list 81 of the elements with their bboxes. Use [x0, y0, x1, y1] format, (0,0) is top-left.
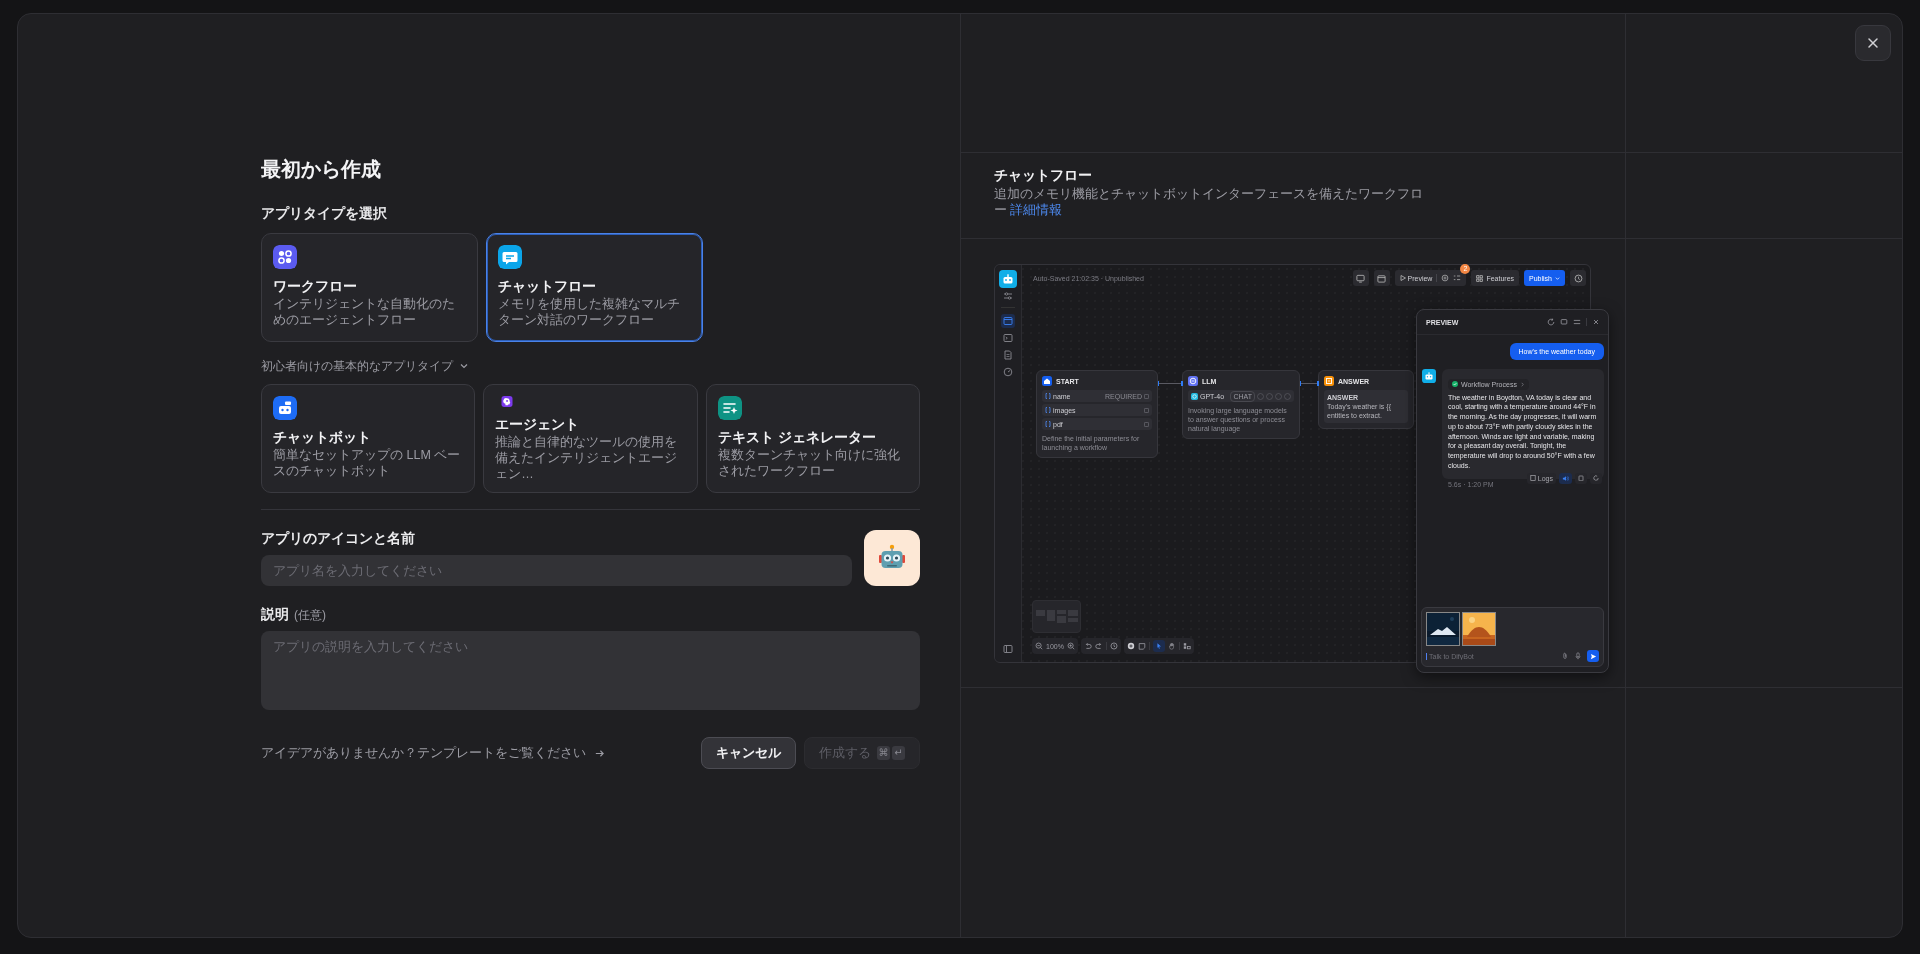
history-button[interactable] [1570, 270, 1586, 286]
variable-icon [1045, 393, 1051, 399]
window-icon[interactable] [1003, 316, 1013, 326]
card-description: 簡単なセットアップの LLM ベースのチャットボット [273, 447, 462, 479]
card-title: チャットボット [273, 428, 372, 446]
app-type-card[interactable]: チャットフロー メモリを使用した複雑なマルチターン対話のワークフロー [486, 233, 703, 342]
text-sparkle-icon [717, 396, 742, 420]
redo-icon[interactable] [1094, 642, 1103, 650]
terminal-icon[interactable] [1003, 333, 1013, 343]
send-icon [1589, 652, 1597, 660]
layout-icon[interactable] [1182, 642, 1191, 650]
note-icon[interactable] [1137, 642, 1146, 650]
card-title: エージェント [495, 415, 581, 433]
chevron-icon [459, 361, 469, 371]
type-icon [1144, 421, 1149, 427]
type-description: 追加のメモリ機能とチャットボットインターフェースを備えたワークフロー 詳細情報 [994, 186, 1424, 218]
monitor-button[interactable] [1352, 270, 1369, 286]
app-type-card[interactable]: ワークフロー インテリジェントな自動化のためのエージェントフロー [261, 233, 478, 342]
checklist-icon[interactable] [1453, 274, 1462, 282]
zoom-in-icon[interactable] [1066, 642, 1075, 650]
type-icon [1144, 393, 1149, 399]
paperclip-icon[interactable] [1561, 652, 1569, 660]
shortcut-key: ⌘ [877, 746, 890, 760]
card-title: テキスト ジェネレーター [717, 428, 877, 446]
app-type-card[interactable]: チャットボット 簡単なセットアップの LLM ベースのチャットボット [261, 384, 476, 493]
regenerate-button[interactable] [1590, 472, 1602, 484]
variable-icon [1045, 421, 1051, 427]
app-type-card[interactable]: エージェント 推論と自律的なツールの使用を備えたインテリジェントエージェン… [483, 384, 698, 493]
card-title: チャットフロー [498, 277, 597, 295]
card-title: ワークフロー [273, 277, 358, 295]
app-icon-button[interactable] [864, 530, 920, 586]
chat-bubble-icon [498, 245, 522, 269]
shortcut-key: ↵ [892, 746, 905, 760]
undo-icon[interactable] [1083, 642, 1092, 650]
monitor-icon [1356, 273, 1365, 283]
section-heading: アプリタイプを選択 [261, 204, 387, 223]
type-title: チャットフロー [994, 166, 1093, 185]
copy-button[interactable] [1575, 472, 1587, 484]
history-icon[interactable] [1109, 642, 1118, 650]
chevron-icon [1519, 381, 1525, 387]
robot-icon [273, 396, 297, 420]
refresh-icon[interactable] [1547, 318, 1555, 326]
robot-icon [1422, 369, 1436, 383]
card-description: 推論と自律的なツールの使用を備えたインテリジェントエージェン… [495, 434, 679, 482]
microphone-icon[interactable] [1574, 652, 1582, 660]
optional-hint: (任意) [294, 607, 326, 624]
card-description: 複数ターンチャット向けに強化されたワークフロー [717, 447, 901, 479]
robot-icon [999, 270, 1017, 288]
template-link[interactable]: アイデアがありませんか？テンプレートをご覧ください [261, 744, 605, 762]
refresh-icon [1593, 475, 1599, 482]
type-icon [1144, 407, 1149, 413]
home-icon [1042, 376, 1052, 386]
history-icon [1573, 273, 1583, 283]
gauge-icon[interactable] [1003, 367, 1013, 377]
speaker-icon [1562, 474, 1569, 482]
grid-icon [1476, 274, 1484, 282]
dialog-title: 最初から作成 [261, 157, 381, 182]
send-button[interactable] [1587, 650, 1599, 662]
variable-icon [1045, 407, 1051, 413]
log-icon [1529, 475, 1536, 482]
model-icon [1191, 392, 1198, 400]
category-toggle[interactable]: 初心者向けの基本的なアプリタイプ [261, 358, 469, 374]
document-icon[interactable] [1003, 350, 1013, 360]
cancel-button[interactable]: キャンセル [701, 737, 796, 769]
learn-more-link[interactable]: 詳細情報 [1010, 203, 1063, 217]
card-description: メモリを使用した複雑なマルチターン対話のワークフロー [498, 296, 681, 328]
card-description: インテリジェントな自動化のためのエージェントフロー [273, 296, 456, 328]
field-label: 説明 [261, 605, 289, 624]
close-icon [1866, 36, 1880, 50]
pointer-icon[interactable] [1154, 642, 1163, 650]
chevron-icon [1555, 275, 1560, 281]
zoom-out-icon[interactable] [1035, 642, 1043, 650]
close-icon[interactable] [1592, 318, 1600, 326]
field-label: アプリのアイコンと名前 [261, 529, 416, 548]
play-icon [1399, 275, 1406, 281]
panel-icon[interactable] [1003, 644, 1013, 654]
clipboard-icon [1578, 475, 1584, 482]
close-button[interactable] [1855, 25, 1891, 61]
app-type-card[interactable]: テキスト ジェネレーター 複数ターンチャット向けに強化されたワークフロー [705, 384, 920, 493]
nodes-icon [273, 245, 297, 269]
speaker-button[interactable] [1559, 472, 1572, 484]
